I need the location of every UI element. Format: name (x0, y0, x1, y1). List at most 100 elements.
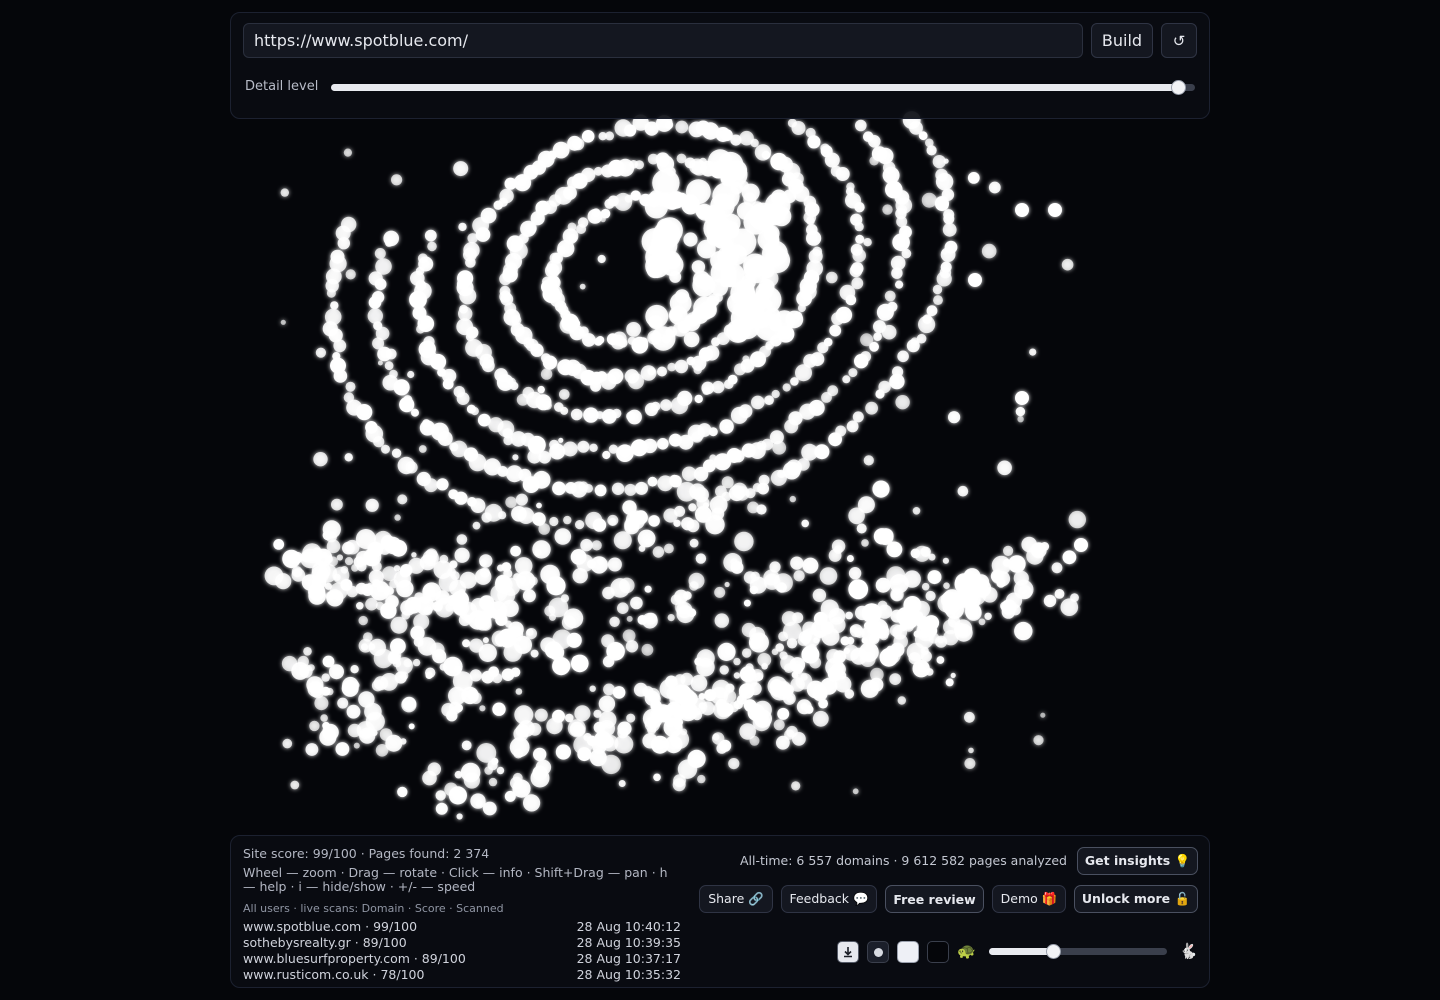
graph-node (381, 444, 390, 454)
graph-node (672, 778, 686, 792)
graph-node (425, 671, 433, 680)
graph-node (950, 672, 956, 679)
graph-node (423, 606, 433, 616)
graph-node (818, 698, 828, 709)
graph-node (541, 353, 551, 364)
graph-node (791, 781, 801, 791)
graph-node (532, 540, 551, 559)
unlock-more-button[interactable]: Unlock more 🔓 (1074, 885, 1198, 913)
graph-node (626, 615, 633, 622)
graph-node (714, 586, 726, 598)
graph-node (681, 466, 697, 482)
speed-slider-thumb[interactable] (1046, 944, 1062, 959)
share-button[interactable]: Share 🔗 (699, 885, 773, 913)
graph-node (503, 569, 513, 579)
graph-node (918, 131, 928, 141)
url-input[interactable] (243, 23, 1083, 58)
graph-node (466, 404, 476, 414)
graph-node (483, 458, 501, 476)
free-review-button[interactable]: Free review (885, 885, 984, 913)
graph-node (852, 411, 864, 423)
graph-node (819, 567, 838, 585)
graph-node (1015, 406, 1026, 417)
scan-time: 28 Aug 10:39:35 (576, 935, 681, 950)
graph-node (635, 481, 648, 495)
graph-node (714, 613, 729, 628)
graph-node (720, 248, 736, 264)
graph-node (401, 610, 411, 620)
graph-node (978, 618, 986, 626)
graph-node (875, 577, 891, 593)
demo-button[interactable]: Demo 🎁 (992, 885, 1066, 913)
graph-node (558, 437, 564, 443)
graph-node (391, 174, 403, 186)
graph-node (453, 600, 469, 616)
graph-node (536, 502, 542, 509)
graph-node (522, 589, 536, 603)
graph-node (1029, 348, 1037, 356)
graph-node (350, 665, 359, 674)
light-background-button[interactable] (897, 941, 919, 963)
graph-node (365, 498, 379, 512)
graph-node (397, 494, 408, 505)
dark-background-button[interactable] (927, 941, 949, 963)
graph-node (457, 270, 474, 287)
graph-node (572, 138, 585, 151)
download-icon[interactable] (837, 941, 859, 963)
graph-node (807, 135, 821, 149)
scan-row[interactable]: sothebysrealty.gr · 89/100 28 Aug 10:39:… (243, 935, 681, 951)
graph-node (630, 596, 643, 610)
scan-row[interactable]: www.rusticom.co.uk · 78/100 28 Aug 10:35… (243, 967, 681, 983)
graph-node (591, 540, 602, 551)
graph-node (626, 411, 636, 421)
graph-node (1015, 391, 1029, 405)
graph-node (622, 629, 636, 643)
graph-node (534, 549, 542, 556)
graph-node (341, 216, 357, 233)
graph-node (719, 419, 734, 434)
graph-node (963, 595, 977, 609)
build-button[interactable]: Build (1091, 23, 1153, 58)
graph-node (693, 270, 710, 288)
graph-node (503, 643, 523, 662)
graph-node (1021, 536, 1037, 553)
detail-slider-thumb[interactable] (1170, 80, 1186, 95)
graph-node (567, 719, 586, 738)
graph-node (793, 570, 805, 582)
graph-node (711, 337, 721, 347)
graph-node (1040, 712, 1046, 718)
graph-node (375, 744, 389, 757)
graph-node (549, 613, 556, 621)
get-insights-button[interactable]: Get insights 💡 (1077, 847, 1198, 875)
graph-node (356, 602, 364, 610)
scan-row[interactable]: www.spotblue.com · 99/100 28 Aug 10:40:1… (243, 919, 681, 935)
graph-node (724, 646, 735, 656)
graph-node (389, 369, 398, 379)
graph-node (1048, 203, 1062, 217)
graph-node (848, 368, 858, 378)
graph-node (450, 571, 460, 581)
feedback-button[interactable]: Feedback 💬 (781, 885, 877, 913)
graph-node (795, 672, 813, 690)
graph-node (1051, 562, 1063, 574)
scan-row[interactable]: www.bluesurfproperty.com · 89/100 28 Aug… (243, 951, 681, 967)
graph-node (935, 173, 954, 191)
graph-node (719, 665, 729, 675)
graph-node (608, 517, 617, 526)
reset-icon[interactable]: ↺ (1161, 23, 1197, 58)
graph-node (757, 653, 772, 667)
graph-node (801, 443, 818, 461)
graph-node (813, 637, 820, 644)
graph-node (408, 723, 415, 730)
graph-node (540, 368, 553, 380)
graph-node (860, 651, 876, 667)
graph-node (773, 719, 785, 731)
graph-node (478, 643, 497, 663)
graph-node (481, 512, 492, 523)
graph-node (828, 608, 846, 625)
graph-node (633, 682, 648, 697)
scan-time: 28 Aug 10:37:17 (576, 951, 681, 966)
dot-mode-button[interactable] (867, 941, 889, 963)
graph-node (804, 650, 812, 659)
graph-node (578, 481, 589, 492)
